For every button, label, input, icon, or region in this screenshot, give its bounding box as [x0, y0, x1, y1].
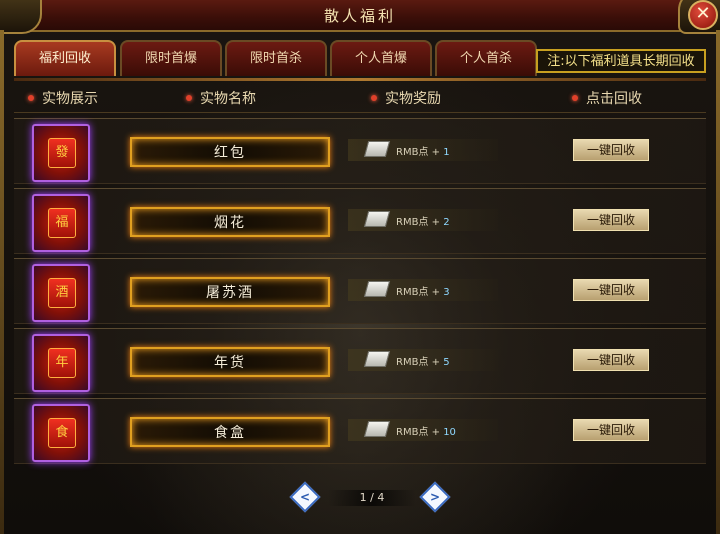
tab-limited-first-kill[interactable]: 限时首杀 [225, 40, 327, 76]
frame-left [0, 30, 4, 534]
prev-page-button[interactable]: < [289, 481, 321, 513]
reward-value: 5 [443, 357, 450, 368]
tab-personal-first-kill[interactable]: 个人首杀 [435, 40, 537, 76]
reward-value: 10 [443, 427, 456, 438]
tab-limited-first-drop[interactable]: 限时首爆 [120, 40, 222, 76]
recycle-button[interactable]: 一键回收 [573, 279, 649, 301]
new-year-goods-icon: 年 [32, 334, 90, 392]
item-name: 年货 [214, 355, 246, 371]
next-page-button[interactable]: > [419, 481, 451, 513]
column-header: 实物展示 实物名称 实物奖励 点击回收 [14, 86, 706, 110]
money-icon [363, 211, 391, 227]
fireworks-icon: 福 [32, 194, 90, 252]
item-name: 屠苏酒 [206, 285, 254, 301]
chevron-left-icon: < [299, 490, 311, 504]
page-indicator: 1 / 4 [328, 490, 416, 506]
frame-right [716, 30, 720, 534]
reward-label: RMB点 + [396, 217, 440, 228]
item-reward: RMB点 + 5 [348, 349, 498, 371]
header-name: 实物名称 [186, 88, 256, 108]
chevron-right-icon: > [429, 490, 441, 504]
item-name: 食盒 [214, 425, 246, 441]
header-recycle: 点击回收 [572, 88, 642, 108]
item-name-box: 食盒 [130, 417, 330, 447]
wine-jar-icon: 酒 [32, 264, 90, 322]
close-button[interactable]: ✕ [688, 0, 718, 30]
bullet-icon [572, 95, 578, 101]
reward-label: RMB点 + [396, 287, 440, 298]
reward-value: 3 [443, 287, 450, 298]
item-name-box: 红包 [130, 137, 330, 167]
item-name: 红包 [214, 145, 246, 161]
reward-label: RMB点 + [396, 147, 440, 158]
bullet-icon [28, 95, 34, 101]
reward-value: 2 [443, 217, 450, 228]
recycle-button[interactable]: 一键回收 [573, 349, 649, 371]
reward-label: RMB点 + [396, 427, 440, 438]
recycle-notice: 注:以下福利道具长期回收 [536, 49, 706, 73]
item-name: 烟花 [214, 215, 246, 231]
money-icon [363, 141, 391, 157]
list-item: 食 食盒 RMB点 + 10 一键回收 [14, 398, 706, 464]
list-item: 酒 屠苏酒 RMB点 + 3 一键回收 [14, 258, 706, 324]
food-box-icon: 食 [32, 404, 90, 462]
header-divider [14, 112, 706, 113]
list-item: 福 烟花 RMB点 + 2 一键回收 [14, 188, 706, 254]
bullet-icon [371, 95, 377, 101]
recycle-button[interactable]: 一键回收 [573, 209, 649, 231]
reward-value: 1 [443, 147, 450, 158]
recycle-button[interactable]: 一键回收 [573, 139, 649, 161]
item-reward: RMB点 + 10 [348, 419, 498, 441]
recycle-button[interactable]: 一键回收 [573, 419, 649, 441]
reward-label: RMB点 + [396, 357, 440, 368]
tab-welfare-recycle[interactable]: 福利回收 [14, 40, 116, 76]
list-item: 發 红包 RMB点 + 1 一键回收 [14, 118, 706, 184]
item-reward: RMB点 + 1 [348, 139, 498, 161]
item-reward: RMB点 + 2 [348, 209, 498, 231]
window-title: 散人福利 [323, 7, 396, 25]
title-bar: 散人福利 [0, 0, 720, 32]
money-icon [363, 281, 391, 297]
item-name-box: 年货 [130, 347, 330, 377]
tab-divider [14, 78, 706, 81]
item-name-box: 屠苏酒 [130, 277, 330, 307]
red-envelope-icon: 發 [32, 124, 90, 182]
game-window: 散人福利 ✕ 福利回收 限时首爆 限时首杀 个人首爆 个人首杀 注:以下福利道具… [0, 0, 720, 534]
header-display: 实物展示 [28, 88, 98, 108]
header-reward: 实物奖励 [371, 88, 441, 108]
list-item: 年 年货 RMB点 + 5 一键回收 [14, 328, 706, 394]
pagination: < 1 / 4 > [288, 481, 452, 513]
item-name-box: 烟花 [130, 207, 330, 237]
money-icon [363, 421, 391, 437]
bullet-icon [186, 95, 192, 101]
money-icon [363, 351, 391, 367]
tab-personal-first-drop[interactable]: 个人首爆 [330, 40, 432, 76]
item-reward: RMB点 + 3 [348, 279, 498, 301]
